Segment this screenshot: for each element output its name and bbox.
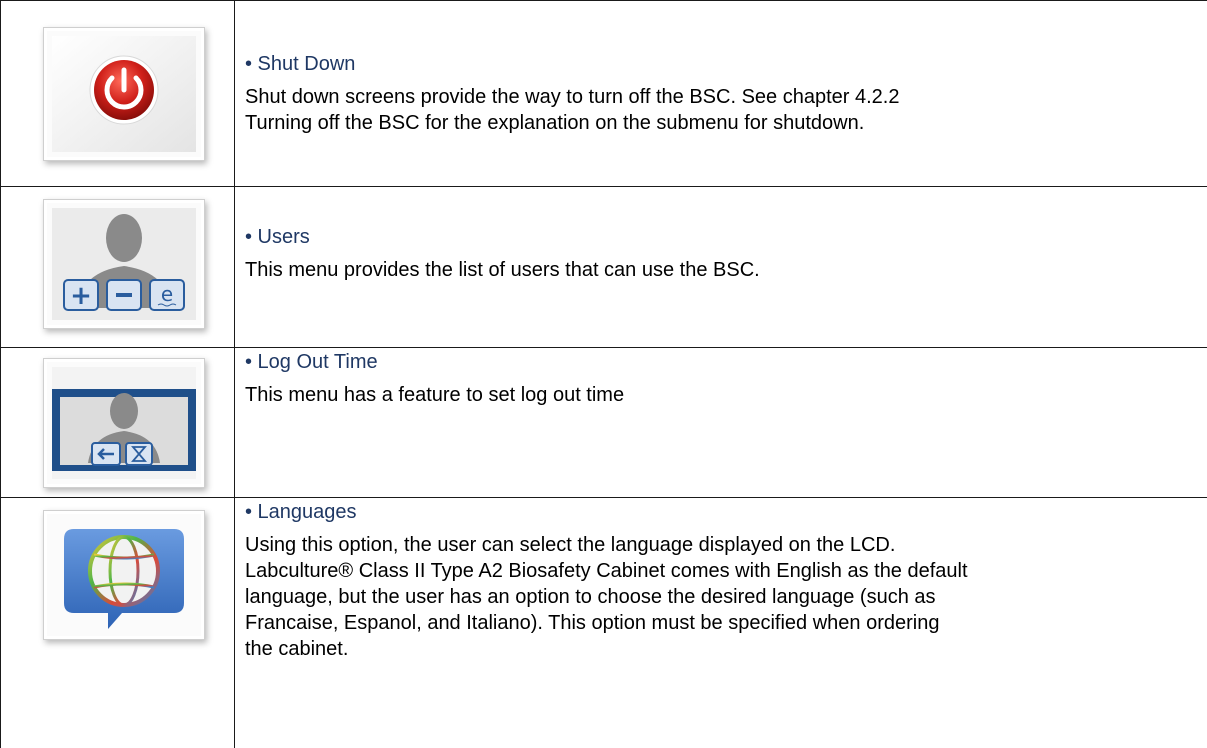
description-line: Labculture® Class II Type A2 Biosafety C… <box>245 560 968 582</box>
description-line: Francaise, Espanol, and Italiano). This … <box>245 612 940 634</box>
item-description: Shut down screens provide the way to tur… <box>245 84 1205 136</box>
table-row-shut-down: • Shut Down Shut down screens provide th… <box>0 0 1207 186</box>
logout-time-icon[interactable] <box>43 358 205 488</box>
languages-globe-icon[interactable] <box>43 510 205 640</box>
item-description: This menu provides the list of users tha… <box>245 257 1205 283</box>
table-row-users: + e • Users This menu provides the list … <box>0 187 1207 347</box>
item-description: This menu has a feature to set log out t… <box>245 382 1205 408</box>
feature-table: • Shut Down Shut down screens provide th… <box>0 0 1207 748</box>
item-heading: • Log Out Time <box>245 351 378 373</box>
users-icon[interactable]: + e <box>43 199 205 329</box>
description-line: Shut down screens provide the way to tur… <box>245 86 900 108</box>
icon-cell <box>1 348 234 497</box>
text-cell: • Users This menu provides the list of u… <box>235 187 1207 347</box>
icon-cell: + e <box>1 187 234 347</box>
svg-text:e: e <box>161 282 173 306</box>
text-cell: • Languages Using this option, the user … <box>235 498 1207 748</box>
icon-cell <box>1 498 234 748</box>
text-cell: • Log Out Time This menu has a feature t… <box>235 348 1207 497</box>
item-heading: • Users <box>245 226 310 248</box>
item-heading: • Shut Down <box>245 53 356 75</box>
table-row-log-out-time: • Log Out Time This menu has a feature t… <box>0 348 1207 497</box>
icon-cell <box>1 0 234 186</box>
description-line: the cabinet. <box>245 638 349 660</box>
description-line: Using this option, the user can select t… <box>245 534 896 556</box>
description-line: This menu has a feature to set log out t… <box>245 384 625 406</box>
svg-text:+: + <box>70 281 92 311</box>
description-line: This menu provides the list of users tha… <box>245 259 760 281</box>
power-icon[interactable] <box>43 27 205 161</box>
item-description: Using this option, the user can select t… <box>245 532 1205 662</box>
item-heading: • Languages <box>245 501 357 523</box>
table-row-languages: • Languages Using this option, the user … <box>0 498 1207 748</box>
description-line: Turning off the BSC for the explanation … <box>245 112 865 134</box>
description-line: language, but the user has an option to … <box>245 586 936 608</box>
text-cell: • Shut Down Shut down screens provide th… <box>235 0 1207 186</box>
